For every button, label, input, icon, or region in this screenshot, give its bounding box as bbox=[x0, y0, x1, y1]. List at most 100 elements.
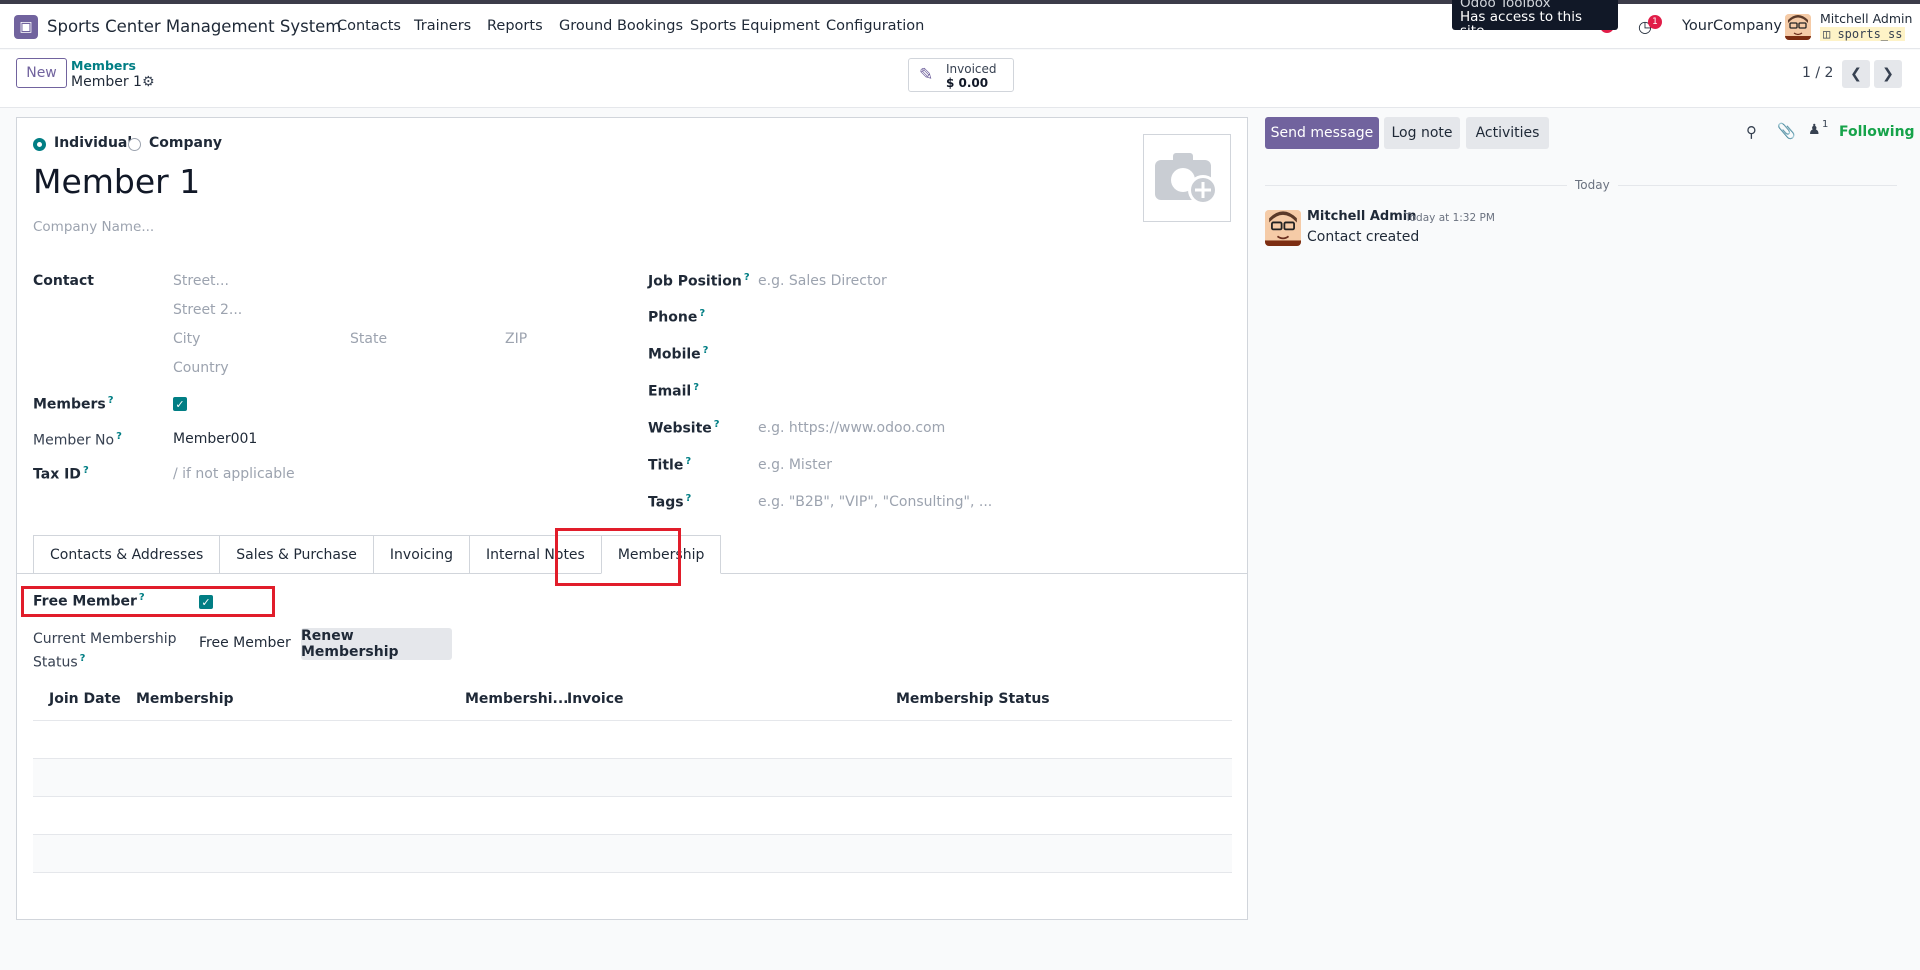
title-label-text: Title bbox=[648, 457, 684, 474]
send-message-button[interactable]: Send message bbox=[1265, 117, 1379, 149]
user-face-icon bbox=[1265, 210, 1301, 246]
table-row bbox=[33, 796, 1232, 797]
activity-badge: 1 bbox=[1648, 15, 1662, 29]
app-title[interactable]: Sports Center Management System bbox=[47, 17, 341, 36]
breadcrumb-parent[interactable]: Members bbox=[71, 58, 136, 73]
help-icon[interactable]: ? bbox=[80, 653, 86, 664]
current-membership-status-label: Current Membership Status? bbox=[33, 629, 177, 673]
member-no-input[interactable]: Member001 bbox=[173, 431, 257, 447]
help-icon[interactable]: ? bbox=[108, 395, 114, 406]
members-label-text: Members bbox=[33, 396, 106, 413]
renew-membership-button[interactable]: Renew Membership bbox=[301, 628, 452, 660]
membership-status-value: Free Member bbox=[199, 635, 291, 651]
menu-ground-bookings[interactable]: Ground Bookings bbox=[559, 18, 683, 34]
new-button[interactable]: New bbox=[16, 58, 67, 88]
job-position-input[interactable]: e.g. Sales Director bbox=[758, 273, 887, 289]
tax-id-label-text: Tax ID bbox=[33, 466, 81, 483]
city-input[interactable]: City bbox=[173, 331, 200, 347]
invoiced-smart-button[interactable]: ✎ Invoiced $ 0.00 bbox=[908, 58, 1014, 92]
help-icon[interactable]: ? bbox=[693, 382, 699, 393]
state-input[interactable]: State bbox=[350, 331, 387, 347]
help-icon[interactable]: ? bbox=[83, 465, 89, 476]
message-author-avatar[interactable] bbox=[1265, 210, 1301, 246]
help-icon[interactable]: ? bbox=[686, 493, 692, 504]
menu-trainers[interactable]: Trainers bbox=[414, 18, 471, 34]
phone-label: Phone? bbox=[648, 308, 705, 326]
members-label: Members? bbox=[33, 395, 114, 413]
pager-next-button[interactable]: ❯ bbox=[1874, 60, 1902, 88]
zip-input[interactable]: ZIP bbox=[505, 331, 527, 347]
tab-contacts-addresses[interactable]: Contacts & Addresses bbox=[33, 535, 220, 574]
country-input[interactable]: Country bbox=[173, 360, 229, 376]
company-switcher[interactable]: YourCompany bbox=[1682, 18, 1782, 34]
company-name-input[interactable]: Company Name... bbox=[33, 219, 154, 235]
help-icon[interactable]: ? bbox=[703, 345, 709, 356]
message-body: Contact created bbox=[1307, 229, 1420, 245]
tab-sales-purchase[interactable]: Sales & Purchase bbox=[219, 535, 373, 574]
menu-sports-equipment[interactable]: Sports Equipment bbox=[690, 18, 820, 34]
tags-label-text: Tags bbox=[648, 494, 684, 511]
tax-id-input[interactable]: / if not applicable bbox=[173, 466, 295, 482]
street-input[interactable]: Street... bbox=[173, 273, 229, 289]
radio-individual-label[interactable]: Individual bbox=[54, 135, 132, 151]
radio-company-label[interactable]: Company bbox=[149, 135, 222, 151]
followers-count: 1 bbox=[1822, 119, 1829, 130]
phone-label-text: Phone bbox=[648, 309, 698, 326]
menu-contacts[interactable]: Contacts bbox=[337, 18, 401, 34]
log-note-button[interactable]: Log note bbox=[1384, 117, 1460, 149]
col-membership[interactable]: Membership bbox=[136, 691, 234, 707]
help-icon[interactable]: ? bbox=[685, 456, 691, 467]
help-icon[interactable]: ? bbox=[714, 419, 720, 430]
control-panel: New Members Member 1 ⚙ ✎ Invoiced $ 0.00… bbox=[0, 50, 1920, 108]
job-position-label: Job Position? bbox=[648, 272, 750, 290]
member-no-label: Member No? bbox=[33, 431, 122, 449]
radio-individual[interactable] bbox=[33, 138, 46, 151]
email-label: Email? bbox=[648, 382, 699, 400]
help-icon[interactable]: ? bbox=[116, 431, 122, 442]
date-divider-label: Today bbox=[1567, 178, 1618, 192]
chevron-right-icon: ❯ bbox=[1882, 66, 1894, 82]
partner-name-input[interactable]: Member 1 bbox=[33, 162, 200, 201]
menu-reports[interactable]: Reports bbox=[487, 18, 543, 34]
user-avatar[interactable] bbox=[1785, 14, 1811, 40]
col-membership-fee[interactable]: Membershi... bbox=[465, 691, 569, 707]
user-face-icon bbox=[1785, 14, 1811, 40]
avatar-upload[interactable] bbox=[1143, 134, 1231, 222]
help-icon[interactable]: ? bbox=[744, 272, 750, 283]
highlight-membership-tab bbox=[555, 528, 681, 586]
tags-label: Tags? bbox=[648, 493, 691, 511]
app-cube-icon[interactable]: ▣ bbox=[14, 15, 38, 39]
highlight-free-member bbox=[21, 586, 275, 617]
pager-previous-button[interactable]: ❮ bbox=[1842, 60, 1870, 88]
database-icon: ◫ bbox=[1823, 27, 1838, 41]
street2-input[interactable]: Street 2... bbox=[173, 302, 242, 318]
gear-icon[interactable]: ⚙ bbox=[142, 74, 155, 90]
col-invoice[interactable]: Invoice bbox=[567, 691, 624, 707]
tooltip-text: Has access to this site bbox=[1460, 9, 1583, 30]
search-messages-icon[interactable]: ⚲ bbox=[1746, 123, 1757, 141]
tab-invoicing[interactable]: Invoicing bbox=[372, 535, 469, 574]
smart-button-value: $ 0.00 bbox=[946, 76, 989, 90]
website-input[interactable]: e.g. https://www.odoo.com bbox=[758, 420, 945, 436]
following-button[interactable]: Following bbox=[1839, 124, 1915, 140]
followers-icon[interactable]: ♟ bbox=[1808, 122, 1821, 138]
breadcrumb-current: Member 1 bbox=[71, 74, 142, 90]
check-icon: ✓ bbox=[175, 397, 185, 411]
database-name: ◫ sports_ss bbox=[1820, 27, 1906, 41]
message-time: Today at 1:32 PM bbox=[1405, 212, 1495, 224]
title-input[interactable]: e.g. Mister bbox=[758, 457, 832, 473]
user-name[interactable]: Mitchell Admin bbox=[1820, 11, 1912, 26]
menu-configuration[interactable]: Configuration bbox=[826, 18, 924, 34]
pager-value[interactable]: 1 / 2 bbox=[1802, 65, 1833, 81]
table-header-line bbox=[33, 720, 1232, 721]
paperclip-icon[interactable]: 📎 bbox=[1777, 122, 1796, 140]
radio-company[interactable] bbox=[128, 138, 141, 151]
members-checkbox[interactable]: ✓ bbox=[173, 397, 187, 411]
col-join-date[interactable]: Join Date bbox=[49, 691, 121, 707]
activities-button[interactable]: Activities bbox=[1466, 117, 1549, 149]
member-no-label-text: Member No bbox=[33, 432, 115, 449]
col-membership-status[interactable]: Membership Status bbox=[896, 691, 1050, 707]
message-author[interactable]: Mitchell Admin bbox=[1307, 209, 1416, 224]
tags-input[interactable]: e.g. "B2B", "VIP", "Consulting", ... bbox=[758, 494, 992, 510]
help-icon[interactable]: ? bbox=[699, 308, 705, 319]
